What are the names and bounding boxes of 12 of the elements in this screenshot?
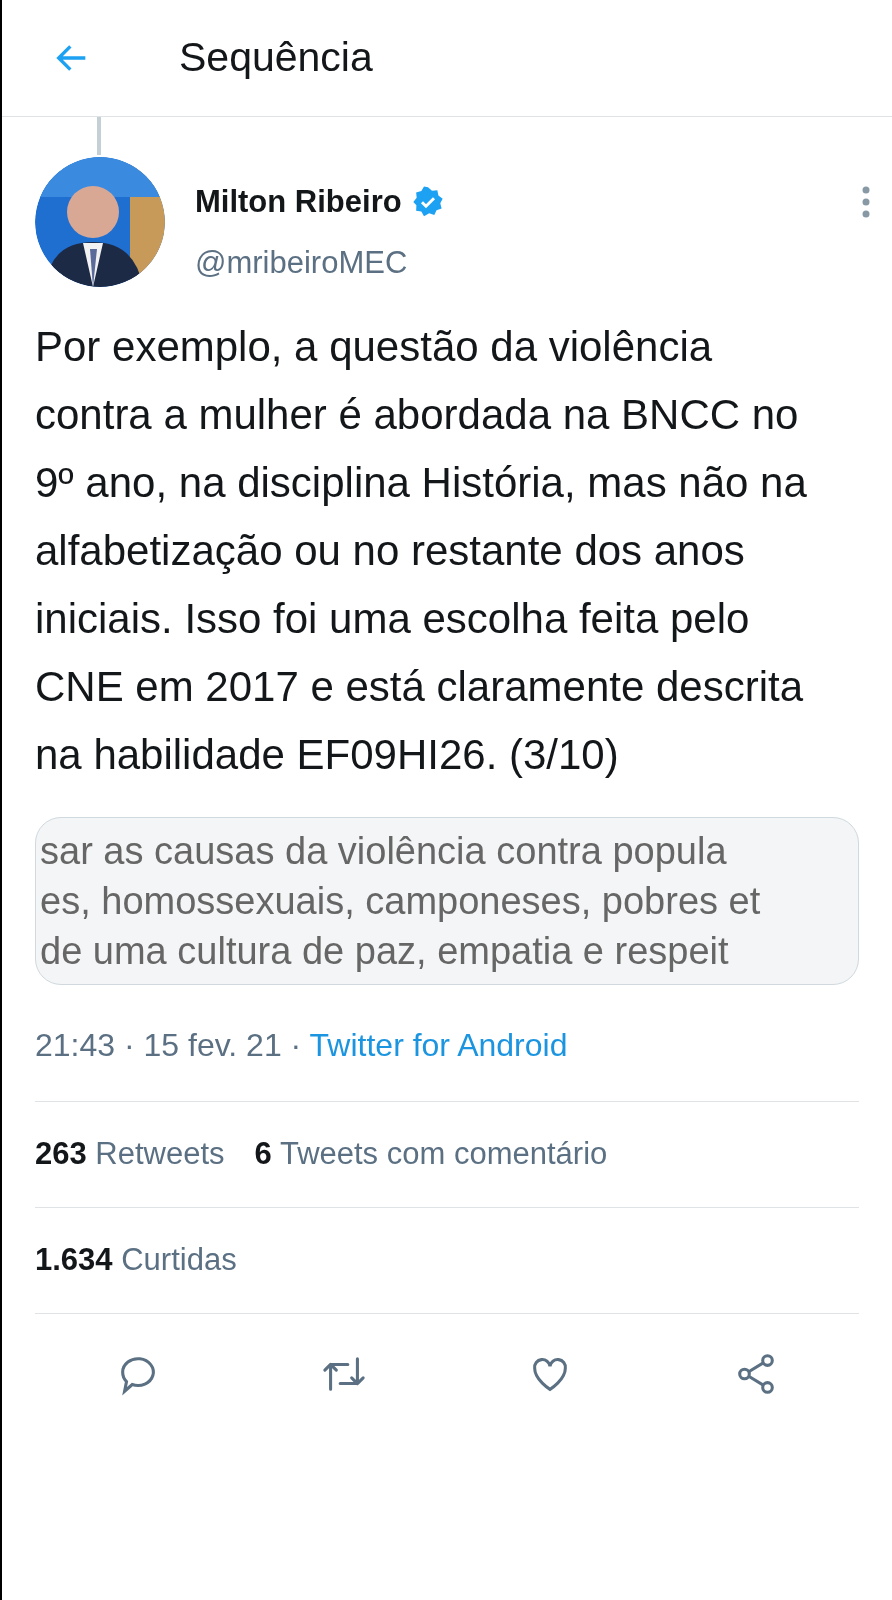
stat-link[interactable]: 6 Tweets com comentário (254, 1131, 608, 1178)
tweet-timestamp: 21:43 · 15 fev. 21 · (35, 1027, 303, 1063)
stat-link[interactable]: 263 Retweets (35, 1131, 225, 1178)
author-handle[interactable]: @mribeiroMEC (195, 239, 859, 286)
screen-title: Sequência (179, 33, 373, 83)
author-name[interactable]: Milton Ribeiro (195, 179, 402, 226)
stat-link[interactable]: 1.634 Curtidas (35, 1237, 237, 1284)
image-text-line: es, homossexuais, camponeses, pobres et (40, 879, 762, 924)
image-text-line: de uma cultura de paz, empatia e respeit (40, 929, 730, 974)
image-text-line: sar as causas da violência contra popula (40, 829, 728, 874)
more-options-icon[interactable] (861, 185, 871, 220)
tweet-text: Por exemplo, a questão da violência contra a mulher é abordada na BNCC no 9º ano, na disciplina História, mas não na alfabetização ou no restante dos anos iniciais. Isso foi uma escolha feita pelo CNE em 2017 e está claramente descrita na habilidade EF09HI26. (3/10) (35, 322, 808, 780)
